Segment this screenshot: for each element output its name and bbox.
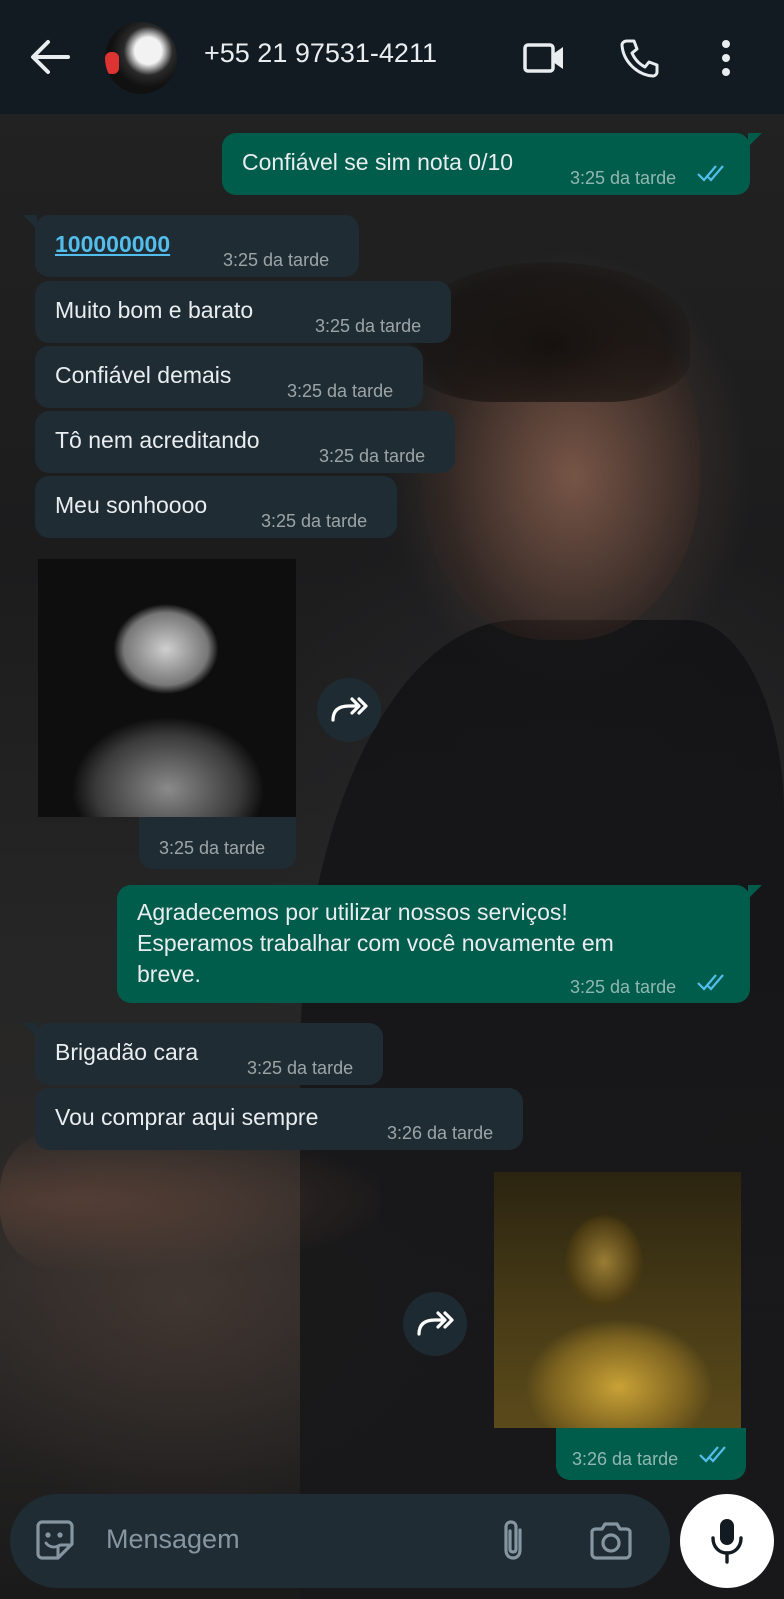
read-ticks-icon <box>697 165 724 182</box>
incoming-message[interactable]: 100000000 3:25 da tarde <box>23 215 359 277</box>
incoming-message[interactable]: Tô nem acreditando 3:25 da tarde <box>35 411 455 473</box>
message-link[interactable]: 100000000 <box>55 229 170 260</box>
forward-button[interactable] <box>403 1292 467 1356</box>
incoming-message[interactable]: Confiável demais 3:25 da tarde <box>35 346 423 408</box>
image-timestamp-bar: 3:25 da tarde <box>139 817 296 869</box>
message-line: Agradecemos por utilizar nossos serviços… <box>137 899 568 925</box>
message-text: Confiável se sim nota 0/10 <box>242 149 514 175</box>
wallpaper-arm <box>0 1130 380 1270</box>
contact-avatar[interactable] <box>105 22 177 94</box>
message-input[interactable]: Mensagem <box>106 1524 240 1555</box>
chat-header: +55 21 97531-4211 <box>0 0 784 114</box>
forward-icon <box>417 1311 454 1336</box>
message-text: Confiável demais <box>55 362 232 388</box>
voice-call-icon[interactable] <box>618 36 662 80</box>
emoji-sticker-icon[interactable] <box>32 1518 78 1564</box>
message-time: 3:26 da tarde <box>572 1449 679 1469</box>
message-time: 3:25 da tarde <box>159 838 266 858</box>
message-text: Brigadão cara <box>55 1039 199 1065</box>
attach-icon[interactable] <box>498 1518 528 1564</box>
message-text: Agradecemos por utilizar nossos serviços… <box>137 897 614 990</box>
more-options-icon[interactable] <box>704 36 748 80</box>
message-text: Vou comprar aqui sempre <box>55 1104 319 1130</box>
message-text: Meu sonhoooo <box>55 492 208 518</box>
message-time: 3:26 da tarde <box>387 1123 494 1143</box>
read-ticks-icon <box>699 1446 726 1463</box>
message-composer[interactable]: Mensagem <box>10 1494 670 1588</box>
message-time: 3:25 da tarde <box>319 446 426 466</box>
message-time: 3:25 da tarde <box>570 977 677 997</box>
mic-icon <box>711 1519 743 1564</box>
back-arrow-icon[interactable] <box>28 38 70 76</box>
outgoing-message[interactable]: Confiável se sim nota 0/10 3:25 da tarde <box>222 133 762 195</box>
forward-button[interactable] <box>317 678 381 742</box>
incoming-message[interactable]: Meu sonhoooo 3:25 da tarde <box>35 476 397 538</box>
image-timestamp-bar: 3:26 da tarde <box>556 1428 746 1480</box>
forward-icon <box>331 697 368 722</box>
incoming-image[interactable] <box>38 559 296 817</box>
incoming-message[interactable]: Brigadão cara 3:25 da tarde <box>23 1023 383 1085</box>
outgoing-image[interactable] <box>494 1172 741 1428</box>
contact-name[interactable]: +55 21 97531-4211 <box>204 38 437 69</box>
message-time: 3:25 da tarde <box>287 381 394 401</box>
incoming-message[interactable]: Muito bom e barato 3:25 da tarde <box>35 281 451 343</box>
message-time: 3:25 da tarde <box>570 168 677 188</box>
outgoing-message[interactable]: Agradecemos por utilizar nossos serviços… <box>117 885 762 1003</box>
message-text: Muito bom e barato <box>55 297 254 323</box>
message-time: 3:25 da tarde <box>223 250 330 270</box>
message-time: 3:25 da tarde <box>261 511 368 531</box>
incoming-message[interactable]: Vou comprar aqui sempre 3:26 da tarde <box>35 1088 523 1150</box>
camera-icon[interactable] <box>588 1520 634 1562</box>
message-text: Tô nem acreditando <box>55 427 260 453</box>
video-call-icon[interactable] <box>522 36 566 80</box>
read-ticks-icon <box>697 974 724 991</box>
message-time: 3:25 da tarde <box>247 1058 354 1078</box>
wallpaper-hair <box>410 262 690 402</box>
message-line: breve. <box>137 961 201 987</box>
message-line: Esperamos trabalhar com você novamente e… <box>137 930 614 956</box>
message-time: 3:25 da tarde <box>315 316 422 336</box>
voice-record-button[interactable] <box>680 1494 774 1588</box>
